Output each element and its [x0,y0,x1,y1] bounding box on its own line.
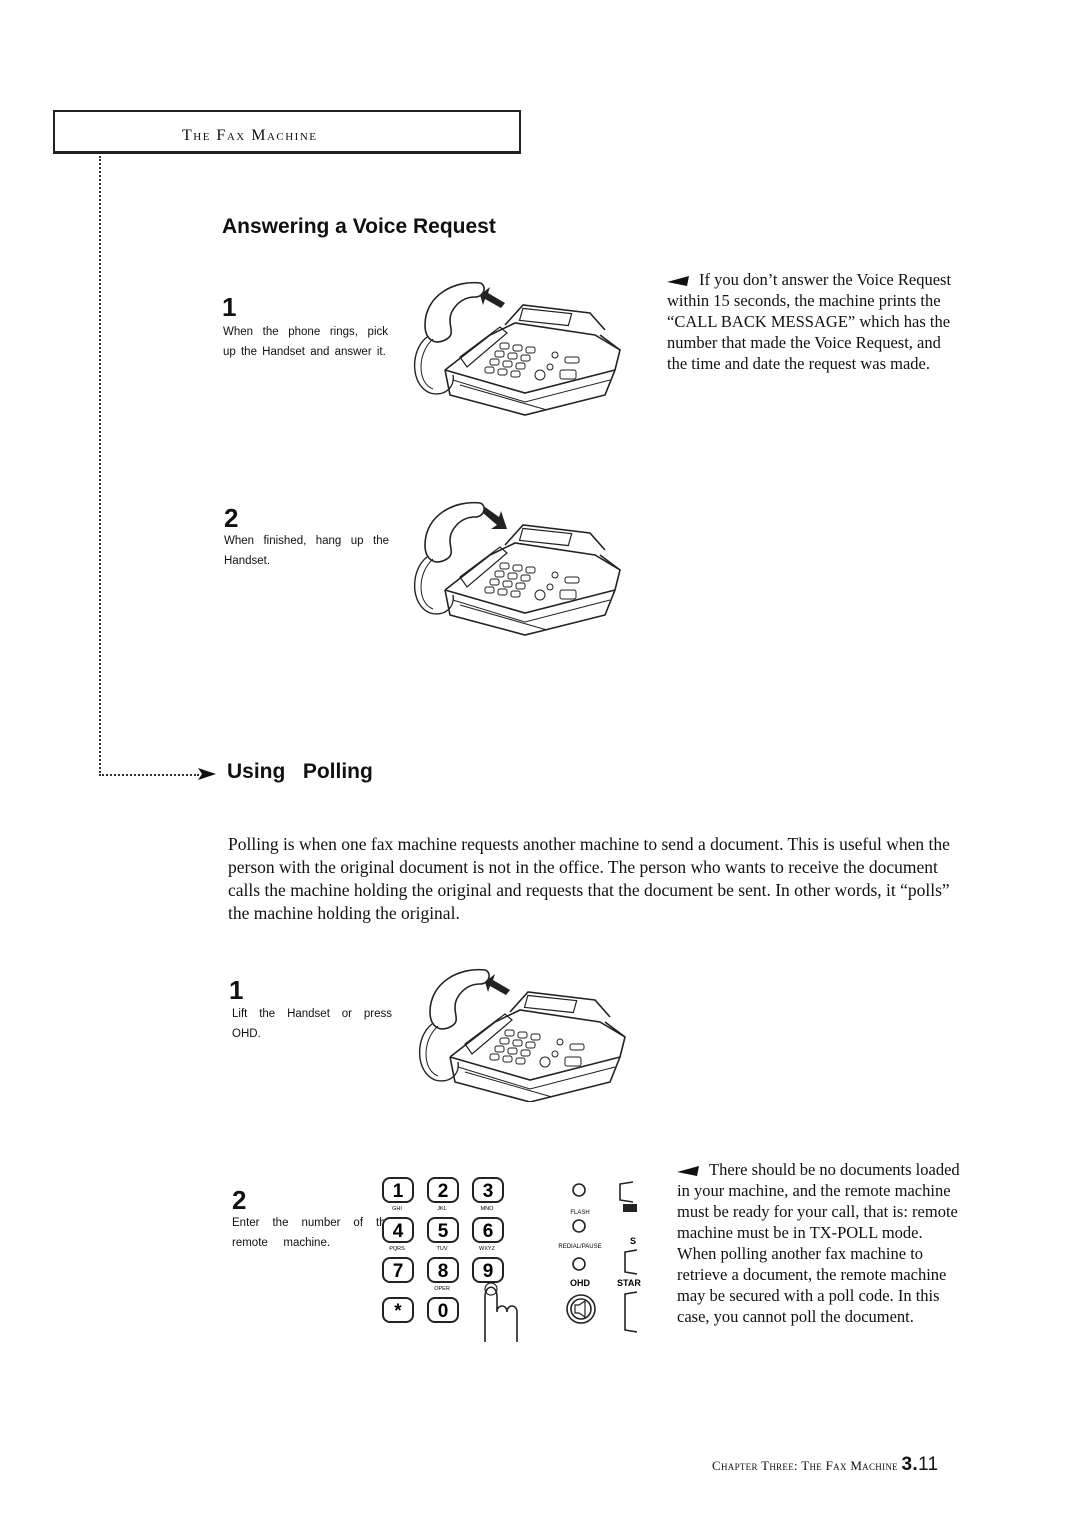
keypad-key-label: 0 [438,1301,449,1322]
guide-arrow-icon [198,768,216,780]
keypad-key-7: 7 [382,1257,414,1283]
fax-handset-hangup-illustration [413,501,621,636]
answering-step-1-number: 1 [222,292,237,322]
answering-step-2-text: When finished, hang up the Handset. [224,535,389,567]
answering-step-2-number: 2 [224,503,239,533]
disc-label-box [623,1204,637,1212]
answering-note-text: If you don’t answer the Voice Request wi… [667,270,952,373]
s-label: S [630,1236,636,1246]
footer-chapter-label: Chapter Three: The Fax Machine [712,1458,898,1473]
keypad-key-label: 6 [483,1221,494,1242]
keypad-key-label: 7 [393,1261,404,1282]
keypad-key-9: 9 [472,1257,504,1283]
keypad-key-label: * [394,1301,402,1322]
dotted-guide-horizontal [99,774,199,776]
keypad-key-label: 4 [393,1221,404,1242]
answering-title: Answering a Voice Request [222,215,496,238]
polling-step-1-number: 1 [229,975,244,1005]
keypad-sub-label: TUV [437,1246,448,1252]
keypad-sub-label: MNO [481,1206,495,1212]
keypad-key-3: 3 [472,1177,504,1203]
start-label: STAR [617,1278,641,1288]
polling-intro: Polling is when one fax machine requests… [228,834,950,923]
keypad-illustration: 1 2 3 4 5 6 7 8 9 * 0 GHI JKL MNO PQRS TUV WXYZ OPER FLA… [382,1177,641,1342]
keypad-key-label: 2 [438,1181,449,1202]
keypad-sub-label: JKL [437,1206,446,1212]
fax-handset-lift-illustration-2 [418,968,626,1102]
polling-note-1-text: There should be no documents loaded in y… [677,1160,960,1242]
keypad-key-6: 6 [472,1217,504,1243]
keypad-key-2: 2 [427,1177,459,1203]
side-button-1 [619,1181,634,1203]
answering-step-1-text: When the phone rings, pick up the Handse… [223,326,388,358]
polling-note-2-text: When polling another fax machine to retr… [677,1244,947,1326]
keypad-key-label: 5 [438,1221,449,1242]
polling-step-2-number: 2 [232,1185,247,1215]
side-button-2 [624,1249,638,1275]
section-header-title: The Fax Machine [182,127,318,144]
start-button-partial [624,1291,638,1333]
keypad-key-1: 1 [382,1177,414,1203]
answering-note: If you don’t answer the Voice Request wi… [667,269,962,374]
polling-step-1-text: Lift the Handset or press OHD. [232,1008,392,1040]
note-pointer-icon [667,276,689,287]
flash-label: FLASH [570,1210,589,1216]
keypad-key-label: 9 [483,1261,494,1282]
keypad-round-button [572,1257,586,1271]
redial-label: REDIAL/PAUSE [558,1244,601,1250]
polling-title: Using Polling [227,760,373,784]
polling-title-text: Using Polling [227,760,373,783]
arrow-down-icon [483,507,507,529]
dotted-guide-vertical [99,156,101,776]
footer-page-major: 3. [901,1454,918,1475]
keypad-key-0: 0 [427,1297,459,1323]
keypad-key-4: 4 [382,1217,414,1243]
keypad-sub-label: PQRS [389,1246,405,1252]
keypad-key-8: 8 [427,1257,459,1283]
keypad-key-label: 1 [393,1181,404,1202]
keypad-sub-label: OPER [434,1286,450,1292]
keypad-sub-label: WXYZ [479,1246,496,1252]
keypad-sub-label: GHI [392,1206,402,1212]
keypad-key-5: 5 [427,1217,459,1243]
keypad-key-label: 3 [483,1181,494,1202]
footer-page-minor: 11 [918,1454,939,1475]
keypad-round-button [572,1219,586,1233]
note-pointer-icon [677,1166,699,1177]
ohd-label: OHD [570,1278,591,1288]
polling-step-2-text: Enter the number of the remote machine. [232,1217,392,1249]
keypad-key-label: 8 [438,1261,449,1282]
keypad-key-star: * [382,1297,414,1323]
polling-note: There should be no documents loaded in y… [677,1159,973,1327]
speaker-icon [574,1299,586,1319]
keypad-round-button [572,1183,586,1197]
fax-handset-lift-illustration-1 [413,281,621,416]
page-footer: Chapter Three: The Fax Machine 3.11 [712,1454,938,1476]
